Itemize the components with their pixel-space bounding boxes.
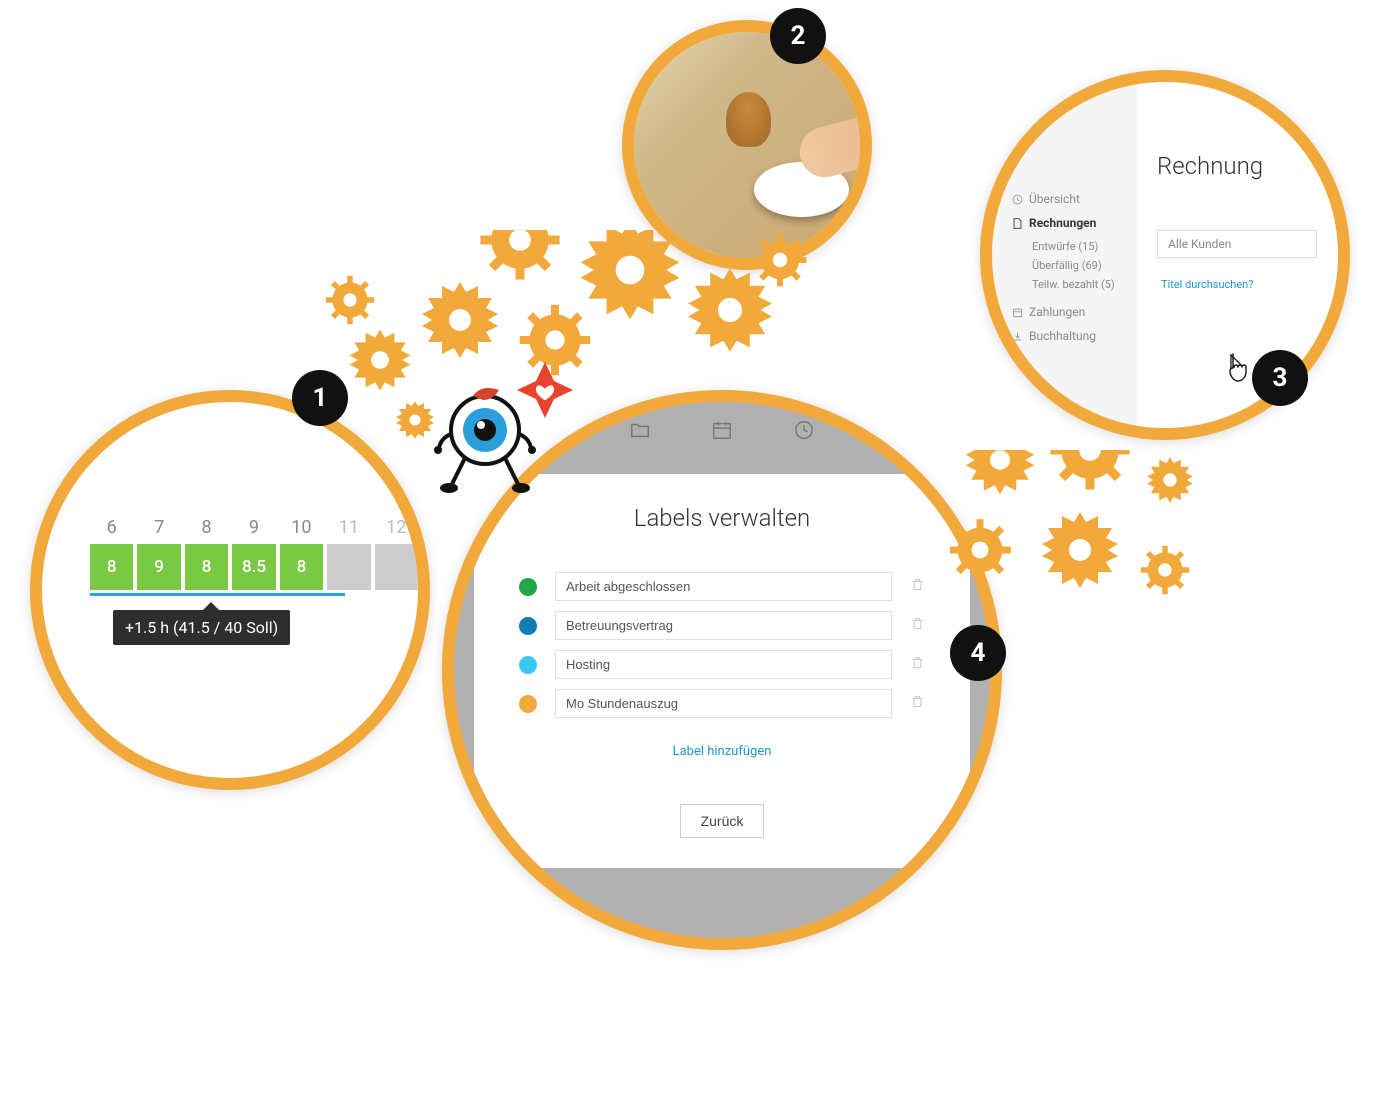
hours-balance-tooltip: +1.5 h (41.5 / 40 Soll) bbox=[113, 610, 290, 645]
label-row bbox=[519, 611, 925, 640]
app-toolbar bbox=[454, 402, 990, 462]
week-number: 6 bbox=[90, 517, 133, 538]
nav-payments-label: Zahlungen bbox=[1029, 305, 1085, 319]
day-hours-box[interactable]: 8 bbox=[90, 544, 133, 590]
step-badge-3: 3 bbox=[1252, 350, 1308, 406]
labels-footer: tstag" – 36 63 % bbox=[534, 902, 910, 916]
label-name-input[interactable] bbox=[555, 572, 892, 601]
folder-icon[interactable] bbox=[629, 419, 651, 445]
back-button[interactable]: Zurück bbox=[680, 804, 765, 838]
photo-button-circle bbox=[622, 20, 872, 270]
label-color-dot[interactable] bbox=[519, 578, 537, 596]
clock-icon[interactable] bbox=[793, 419, 815, 445]
week-header: 6789101112 bbox=[90, 517, 418, 538]
search-titles-link[interactable]: Titel durchsuchen? bbox=[1161, 278, 1338, 291]
clock-icon bbox=[1012, 194, 1023, 205]
footer-tag-count: – 36 bbox=[565, 902, 592, 916]
label-color-dot[interactable] bbox=[519, 656, 537, 674]
label-color-dot[interactable] bbox=[519, 617, 537, 635]
label-row bbox=[519, 650, 925, 679]
day-hours-box[interactable]: 8 bbox=[185, 544, 228, 590]
nav-overview[interactable]: Übersicht bbox=[1012, 192, 1137, 206]
nav-overview-label: Übersicht bbox=[1029, 192, 1080, 206]
step-badge-1: 1 bbox=[292, 370, 348, 426]
pointer-cursor-icon bbox=[1222, 352, 1250, 390]
calendar-icon[interactable] bbox=[711, 419, 733, 445]
day-hours-box[interactable] bbox=[327, 544, 370, 590]
labels-manage-circle: Labels verwalten Label hinzufügen Zurück… bbox=[442, 390, 1002, 950]
download-icon bbox=[1012, 331, 1023, 342]
customer-select[interactable]: Alle Kunden bbox=[1157, 230, 1317, 258]
nav-accounting-label: Buchhaltung bbox=[1029, 329, 1096, 343]
trash-icon[interactable] bbox=[910, 694, 925, 713]
trash-icon[interactable] bbox=[910, 655, 925, 674]
nav-partial[interactable]: Teilw. bezahlt (5) bbox=[1012, 278, 1137, 291]
footer-tag-label: tstag" bbox=[534, 902, 565, 916]
step-badge-2: 2 bbox=[770, 8, 826, 64]
nav-invoices-label: Rechnungen bbox=[1029, 216, 1096, 230]
week-number: 12 bbox=[375, 517, 418, 538]
invoices-title: Rechnung bbox=[1157, 152, 1338, 180]
day-hours-box[interactable]: 8 bbox=[280, 544, 323, 590]
week-number: 8 bbox=[185, 517, 228, 538]
day-hours-box[interactable]: 9 bbox=[137, 544, 180, 590]
label-name-input[interactable] bbox=[555, 689, 892, 718]
label-color-dot[interactable] bbox=[519, 695, 537, 713]
week-hour-boxes: 8988.58 bbox=[90, 544, 418, 590]
nav-drafts[interactable]: Entwürfe (15) bbox=[1012, 240, 1137, 253]
label-row bbox=[519, 572, 925, 601]
garfield-figurine bbox=[726, 92, 771, 147]
nav-overdue[interactable]: Überfällig (69) bbox=[1012, 259, 1137, 272]
nav-payments[interactable]: Zahlungen bbox=[1012, 305, 1137, 319]
trash-icon[interactable] bbox=[910, 577, 925, 596]
week-number: 10 bbox=[280, 517, 323, 538]
trash-icon[interactable] bbox=[910, 616, 925, 635]
labels-modal: Labels verwalten Label hinzufügen Zurück bbox=[474, 474, 970, 868]
week-underline bbox=[90, 593, 345, 596]
footer-percent: 63 % bbox=[885, 902, 910, 916]
add-label-link[interactable]: Label hinzufügen bbox=[673, 744, 772, 759]
document-icon bbox=[1012, 218, 1023, 229]
day-hours-box[interactable] bbox=[375, 544, 418, 590]
label-name-input[interactable] bbox=[555, 650, 892, 679]
invoices-sidebar: Übersicht Rechnungen Entwürfe (15) Überf… bbox=[992, 82, 1137, 428]
nav-invoices[interactable]: Rechnungen bbox=[1012, 216, 1137, 230]
week-number: 7 bbox=[137, 517, 180, 538]
week-number: 9 bbox=[232, 517, 275, 538]
calendar-icon bbox=[1012, 307, 1023, 318]
step-badge-4: 4 bbox=[950, 625, 1006, 681]
hours-widget-circle: 6789101112 8988.58 +1.5 h (41.5 / 40 Sol… bbox=[30, 390, 430, 790]
nav-accounting[interactable]: Buchhaltung bbox=[1012, 329, 1137, 343]
day-hours-box[interactable]: 8.5 bbox=[232, 544, 275, 590]
label-name-input[interactable] bbox=[555, 611, 892, 640]
label-row bbox=[519, 689, 925, 718]
week-number: 11 bbox=[327, 517, 370, 538]
labels-modal-title: Labels verwalten bbox=[519, 504, 925, 532]
